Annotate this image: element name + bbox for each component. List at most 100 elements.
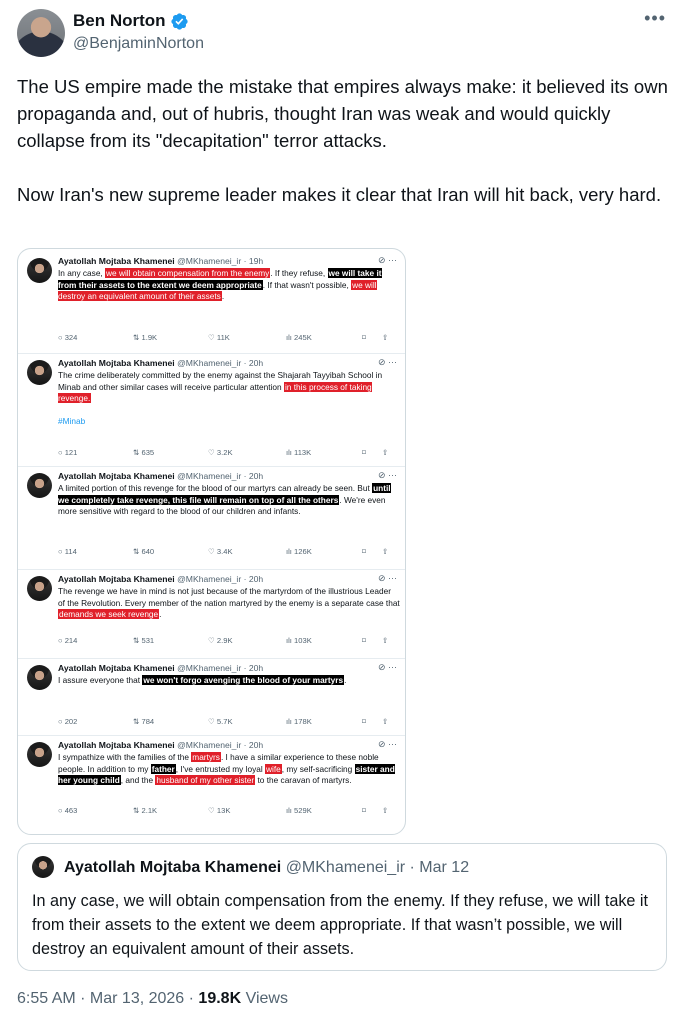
quoted-author-name: Ayatollah Mojtaba Khamenei xyxy=(64,859,282,876)
share-icon: ⇧ xyxy=(382,806,389,815)
embedded-tweet: Ayatollah Mojtaba Khamenei @MKhamenei_ir… xyxy=(18,569,405,658)
reply-icon: ○ 214 xyxy=(58,636,78,645)
repost-icon: ⇅ 2.1K xyxy=(133,806,158,815)
views-icon: ılı 529K xyxy=(286,806,312,815)
share-icon: ⇧ xyxy=(382,448,389,457)
bookmark-icon: ⌑ xyxy=(362,333,366,342)
bookmark-icon: ⌑ xyxy=(362,547,366,556)
share-icon: ⇧ xyxy=(382,333,389,342)
embedded-avatar xyxy=(27,742,52,767)
embedded-author-name: Ayatollah Mojtaba Khamenei xyxy=(58,256,175,266)
highlighted-text: wife xyxy=(264,763,282,774)
view-count: 245K xyxy=(294,333,312,342)
grok-more-icon: ⊘ ··· xyxy=(377,573,397,583)
like-count: 11K xyxy=(216,333,230,342)
grok-more-icon: ⊘ ··· xyxy=(377,357,397,367)
text-segment: I sympathize with the families of the xyxy=(58,752,192,762)
view-count: 529K xyxy=(294,806,312,815)
reply-count: 202 xyxy=(64,717,78,726)
embedded-metrics: ○ 214 ⇅ 531 ♡ 2.9K ılı 103K ⌑ ⇧ xyxy=(58,636,394,648)
reply-count: 121 xyxy=(64,448,78,457)
embedded-text: The crime deliberately committed by the … xyxy=(58,370,400,427)
embedded-handle-time: @MKhamenei_ir · 20h xyxy=(177,358,264,368)
views-icon: ılı 113K xyxy=(286,448,312,457)
like-icon: ♡ 3.2K xyxy=(208,448,233,457)
embedded-avatar xyxy=(27,665,52,690)
embedded-avatar xyxy=(27,258,52,283)
embedded-tweet: Ayatollah Mojtaba Khamenei @MKhamenei_ir… xyxy=(18,735,405,834)
text-segment: A limited portion of this revenge for th… xyxy=(58,483,373,493)
quoted-tweet[interactable]: Ayatollah Mojtaba Khamenei @MKhamenei_ir… xyxy=(17,843,667,971)
tweet-timestamp[interactable]: 6:55 AM · Mar 13, 2026 · xyxy=(17,990,198,1007)
embedded-text: I sympathize with the families of the ma… xyxy=(58,752,400,787)
highlighted-text: martyrs xyxy=(191,752,221,762)
repost-icon: ⇅ 635 xyxy=(133,448,155,457)
embedded-handle-time: @MKhamenei_ir · 20h xyxy=(177,663,264,673)
embedded-header: Ayatollah Mojtaba Khamenei @MKhamenei_ir… xyxy=(58,358,263,368)
verified-badge-icon xyxy=(171,13,188,30)
text-segment: In any case, xyxy=(58,268,106,278)
author-handle[interactable]: @BenjaminNorton xyxy=(73,35,204,53)
tweet-media-image[interactable]: Ayatollah Mojtaba Khamenei @MKhamenei_ir… xyxy=(17,248,406,835)
reply-icon: ○ 121 xyxy=(58,448,78,457)
embedded-tweet: Ayatollah Mojtaba Khamenei @MKhamenei_ir… xyxy=(18,466,405,569)
embedded-metrics: ○ 463 ⇅ 2.1K ♡ 13K ılı 529K ⌑ ⇧ xyxy=(58,806,394,818)
embedded-author-name: Ayatollah Mojtaba Khamenei xyxy=(58,358,175,368)
highlighted-text: father xyxy=(150,763,176,774)
text-segment: I assure everyone that xyxy=(58,675,143,685)
reply-icon: ○ 463 xyxy=(58,806,78,815)
embedded-metrics: ○ 324 ⇅ 1.9K ♡ 11K ılı 245K ⌑ ⇧ xyxy=(58,333,394,345)
embedded-metrics: ○ 202 ⇅ 784 ♡ 5.7K ılı 178K ⌑ ⇧ xyxy=(58,717,394,729)
reply-icon: ○ 324 xyxy=(58,333,78,342)
like-count: 3.4K xyxy=(216,547,233,556)
embedded-handle-time: @MKhamenei_ir · 20h xyxy=(177,574,264,584)
quoted-handle-date: @MKhamenei_ir · Mar 12 xyxy=(285,859,470,876)
reply-icon: ○ 114 xyxy=(58,547,77,556)
reply-count: 324 xyxy=(64,333,78,342)
like-icon: ♡ 5.7K xyxy=(208,717,233,726)
text-segment: , and the xyxy=(120,775,156,786)
view-count: 126K xyxy=(294,547,312,556)
embedded-text: In any case, we will obtain compensation… xyxy=(58,268,400,303)
grok-more-icon: ⊘ ··· xyxy=(377,255,397,265)
reply-count: 214 xyxy=(64,636,78,645)
grok-more-icon: ⊘ ··· xyxy=(377,739,397,749)
text-segment: to the caravan of martyrs. xyxy=(255,775,352,786)
quoted-text: In any case, we will obtain compensation… xyxy=(32,892,649,958)
quoted-header: Ayatollah Mojtaba Khamenei @MKhamenei_ir… xyxy=(64,859,469,877)
embedded-author-name: Ayatollah Mojtaba Khamenei xyxy=(58,740,175,750)
bookmark-icon: ⌑ xyxy=(362,806,366,815)
text-segment: . If they refuse, xyxy=(270,268,328,278)
like-icon: ♡ 13K xyxy=(208,806,231,815)
embedded-header: Ayatollah Mojtaba Khamenei @MKhamenei_ir… xyxy=(58,471,263,481)
bookmark-icon: ⌑ xyxy=(362,717,366,726)
repost-count: 635 xyxy=(141,448,155,457)
embedded-metrics: ○ 121 ⇅ 635 ♡ 3.2K ılı 113K ⌑ ⇧ xyxy=(58,448,394,460)
views-icon: ılı 245K xyxy=(286,333,312,342)
embedded-handle-time: @MKhamenei_ir · 19h xyxy=(177,256,264,266)
highlighted-text: we won't forgo avenging the blood of you… xyxy=(142,675,345,685)
text-segment: , I've entrusted my loyal xyxy=(175,763,265,774)
text-segment: The revenge we have in mind is not just … xyxy=(58,586,400,608)
text-segment: . xyxy=(221,291,225,302)
embedded-handle-time: @MKhamenei_ir · 20h xyxy=(177,740,264,750)
like-count: 2.9K xyxy=(216,636,233,645)
embedded-avatar xyxy=(27,576,52,601)
text-segment: . xyxy=(344,675,347,685)
view-count: 178K xyxy=(294,717,312,726)
more-horizontal-icon[interactable]: ••• xyxy=(644,8,666,29)
text-segment: , my self-sacrificing xyxy=(281,763,355,774)
views-count: 19.8K xyxy=(198,990,242,1007)
quoted-author-avatar xyxy=(32,856,54,878)
repost-icon: ⇅ 640 xyxy=(133,547,155,556)
views-icon: ılı 103K xyxy=(286,636,312,645)
grok-more-icon: ⊘ ··· xyxy=(377,662,397,672)
author-avatar[interactable] xyxy=(17,9,65,57)
embedded-tweet: Ayatollah Mojtaba Khamenei @MKhamenei_ir… xyxy=(18,658,405,735)
views-icon: ılı 126K xyxy=(286,547,312,556)
highlighted-text: husband of my other sister xyxy=(155,775,256,786)
author-name[interactable]: Ben Norton xyxy=(73,11,166,31)
embedded-metrics: ○ 114 ⇅ 640 ♡ 3.4K ılı 126K ⌑ ⇧ xyxy=(58,547,394,559)
reply-count: 463 xyxy=(64,806,78,815)
grok-more-icon: ⊘ ··· xyxy=(377,470,397,480)
